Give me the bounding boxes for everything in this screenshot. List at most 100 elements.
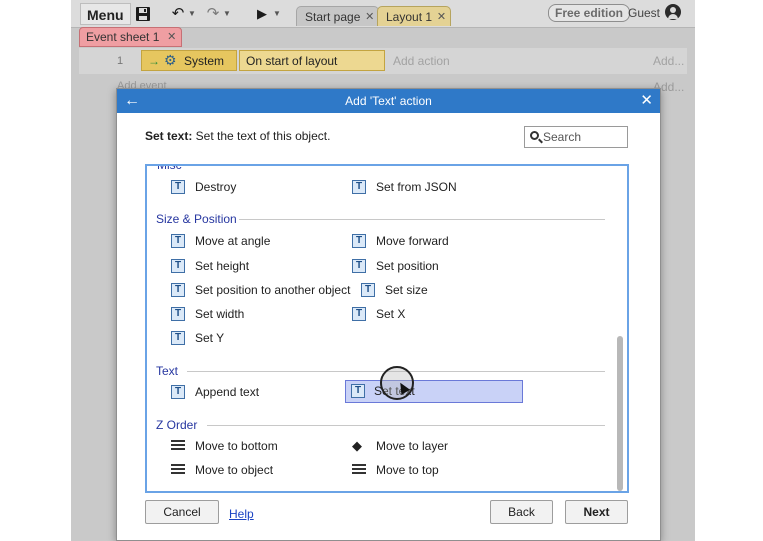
- action-set-y[interactable]: T Set Y: [171, 330, 224, 348]
- tab-layout-1[interactable]: Layout 1 ✕: [377, 6, 452, 27]
- cancel-button[interactable]: Cancel: [145, 500, 219, 524]
- action-label: Set height: [195, 259, 250, 273]
- action-move-to-bottom[interactable]: Move to bottom: [171, 438, 278, 456]
- click-indicator: [380, 366, 414, 400]
- text-object-icon: T: [352, 180, 366, 194]
- description-action-name: Set text:: [145, 129, 193, 143]
- text-object-icon: T: [171, 307, 185, 321]
- divider: [239, 219, 605, 220]
- action-label: Move to top: [376, 463, 439, 477]
- divider: [207, 425, 605, 426]
- back-button[interactable]: Back: [490, 500, 553, 524]
- tab-start-page[interactable]: Start page ✕: [296, 6, 380, 27]
- scrollbar-thumb[interactable]: [617, 336, 623, 491]
- user-avatar-icon[interactable]: [665, 4, 681, 20]
- tab-label: Layout 1: [386, 10, 433, 24]
- group-header-z-order: Z Order: [156, 418, 198, 432]
- close-icon[interactable]: ✕: [437, 7, 446, 27]
- action-set-position[interactable]: T Set position: [352, 258, 439, 276]
- action-label: Set X: [376, 307, 406, 321]
- redo-dropdown-icon[interactable]: ▼: [223, 4, 231, 24]
- action-set-position-to-another-object[interactable]: T Set position to another object: [171, 282, 350, 300]
- undo-dropdown-icon[interactable]: ▼: [188, 4, 196, 24]
- screen: Menu ↶ ▼ ↷ ▼ ▶ ▼ Start page ✕ Layout 1 ✕…: [0, 0, 763, 541]
- action-label: Append text: [195, 385, 260, 399]
- tab-label: Event sheet 1: [86, 30, 160, 44]
- redo-icon[interactable]: ↷: [204, 4, 222, 24]
- action-label: Destroy: [195, 180, 237, 194]
- close-icon[interactable]: ✕: [167, 28, 176, 47]
- edition-badge[interactable]: Free edition: [548, 4, 631, 22]
- text-object-icon: T: [171, 259, 185, 273]
- undo-icon[interactable]: ↶: [169, 4, 187, 24]
- play-icon[interactable]: ▶: [255, 4, 269, 24]
- add-link[interactable]: Add...: [653, 54, 684, 68]
- main-toolbar: Menu ↶ ▼ ↷ ▼ ▶ ▼ Start page ✕ Layout 1 ✕…: [71, 0, 695, 28]
- close-icon[interactable]: ✕: [365, 7, 374, 27]
- action-label: Set position: [376, 259, 439, 273]
- text-object-icon: T: [352, 307, 366, 321]
- layers-icon: ◆: [352, 438, 362, 453]
- play-dropdown-icon[interactable]: ▼: [273, 4, 281, 24]
- group-header-misc: Misc: [157, 164, 182, 172]
- condition-object[interactable]: → ⚙ System: [141, 50, 237, 71]
- action-move-at-angle[interactable]: T Move at angle: [171, 233, 270, 251]
- text-object-icon: T: [352, 259, 366, 273]
- menu-button[interactable]: Menu: [80, 3, 131, 25]
- action-list[interactable]: Misc T Destroy T Set from JSON Size & Posi…: [145, 164, 629, 493]
- action-label: Set Y: [195, 331, 225, 345]
- action-move-forward[interactable]: T Move forward: [352, 233, 449, 251]
- text-object-icon: T: [171, 283, 185, 297]
- action-label: Set width: [195, 307, 245, 321]
- action-label: Set position to another object: [195, 283, 351, 297]
- action-set-from-json[interactable]: T Set from JSON: [352, 179, 457, 197]
- dialog-titlebar: ← Add 'Text' action ✕: [117, 89, 660, 113]
- arrow-right-icon: →: [148, 54, 160, 68]
- condition-text[interactable]: On start of layout: [239, 50, 385, 71]
- text-object-icon: T: [352, 234, 366, 248]
- save-icon[interactable]: [135, 4, 151, 24]
- event-number: 1: [117, 55, 124, 67]
- search-placeholder: Search: [543, 130, 582, 144]
- action-set-x[interactable]: T Set X: [352, 306, 405, 324]
- action-label: Move to object: [195, 463, 274, 477]
- search-icon: [530, 131, 539, 140]
- action-append-text[interactable]: T Append text: [171, 384, 259, 402]
- condition-object-label: System: [184, 54, 225, 68]
- action-set-width[interactable]: T Set width: [171, 306, 244, 324]
- description-text: Set the text of this object.: [192, 129, 331, 143]
- text-object-icon: T: [171, 385, 185, 399]
- next-button[interactable]: Next: [565, 500, 628, 524]
- tab-label: Start page: [305, 10, 361, 24]
- text-object-icon: T: [171, 331, 185, 345]
- action-label: Move forward: [376, 234, 449, 248]
- text-object-icon: T: [171, 180, 185, 194]
- z-order-icon: [352, 464, 366, 476]
- z-order-icon: [171, 464, 185, 476]
- action-set-size[interactable]: T Set size: [361, 282, 428, 300]
- tab-event-sheet-1[interactable]: Event sheet 1 ✕: [79, 27, 183, 47]
- action-set-height[interactable]: T Set height: [171, 258, 249, 276]
- help-link[interactable]: Help: [229, 507, 254, 521]
- action-move-to-layer[interactable]: ◆ Move to layer: [352, 438, 448, 456]
- back-arrow-icon[interactable]: ←: [124, 89, 140, 113]
- action-label: Move at angle: [195, 234, 271, 248]
- action-set-text-selected[interactable]: T Set text: [345, 380, 523, 403]
- close-icon[interactable]: ✕: [640, 89, 653, 113]
- action-move-to-top[interactable]: Move to top: [352, 462, 439, 480]
- group-header-size-position: Size & Position: [156, 212, 237, 226]
- action-destroy[interactable]: T Destroy: [171, 179, 236, 197]
- text-object-icon: T: [351, 384, 365, 398]
- action-label: Move to layer: [376, 439, 449, 453]
- add-action-dialog: ← Add 'Text' action ✕ Set text: Set the …: [116, 88, 661, 541]
- user-label[interactable]: Guest: [628, 5, 660, 21]
- construct-editor-window: Menu ↶ ▼ ↷ ▼ ▶ ▼ Start page ✕ Layout 1 ✕…: [71, 0, 695, 541]
- add-action-link[interactable]: Add action: [393, 54, 450, 68]
- text-object-icon: T: [361, 283, 375, 297]
- event-row[interactable]: 1 → ⚙ System On start of layout Add acti…: [79, 48, 687, 74]
- group-header-text: Text: [156, 364, 179, 378]
- action-label: Set size: [385, 283, 428, 297]
- search-input[interactable]: Search: [524, 126, 628, 148]
- action-move-to-object[interactable]: Move to object: [171, 462, 273, 480]
- action-label: Move to bottom: [195, 439, 278, 453]
